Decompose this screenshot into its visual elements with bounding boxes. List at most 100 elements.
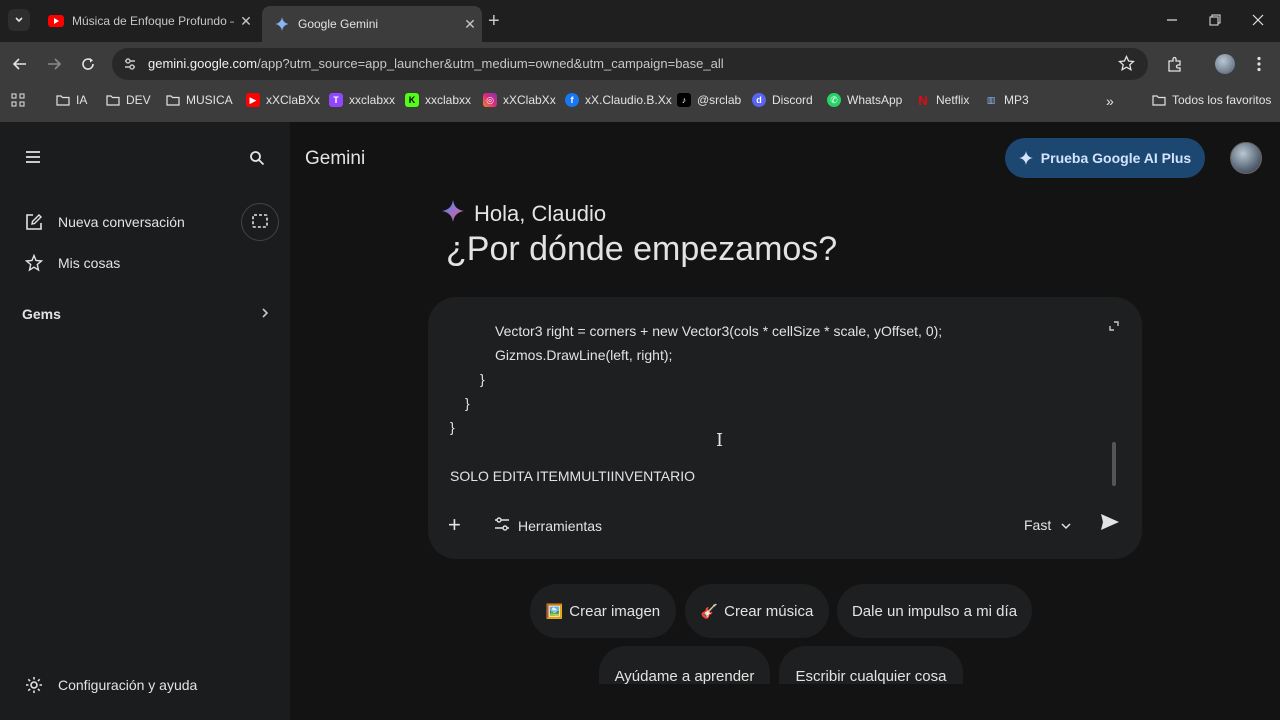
search-icon[interactable] (249, 150, 265, 171)
tools-label: Herramientas (518, 517, 603, 534)
bookmark-whatsapp[interactable]: ✆ WhatsApp (827, 93, 902, 107)
tune-icon (494, 517, 510, 534)
prompt-composer[interactable]: Vector3 right = corners + new Vector3(co… (428, 297, 1142, 559)
tab-search-button[interactable] (8, 9, 30, 31)
instagram-icon: ◎ (483, 93, 497, 107)
suggestion-label: Ayúdame a aprender (614, 668, 755, 685)
suggestion-write-anything[interactable]: Escribir cualquier cosa (779, 646, 963, 685)
code-line: } (465, 395, 470, 411)
new-chat-label: Nueva conversación (58, 214, 185, 230)
bookmark-label: MP3 (1004, 93, 1029, 107)
suggestion-boost-day[interactable]: Dale un impulso a mi día (837, 584, 1032, 638)
close-window-icon[interactable] (1248, 10, 1268, 30)
url-text: gemini.google.com/app?utm_source=app_lau… (148, 56, 724, 71)
bookmark-folder-ia[interactable]: IA (56, 93, 87, 107)
bookmark-label: Discord (772, 93, 813, 107)
tools-button[interactable]: Herramientas (494, 517, 602, 534)
expand-icon[interactable] (1108, 319, 1124, 335)
settings-help-label: Configuración y ayuda (58, 677, 198, 693)
code-line: } (480, 371, 485, 387)
gemini-sparkle-icon (442, 200, 464, 228)
tiktok-icon: ♪ (677, 93, 691, 107)
bookmark-discord[interactable]: d Discord (752, 93, 813, 107)
youtube-icon: ▶ (246, 93, 260, 107)
address-bar[interactable]: gemini.google.com/app?utm_source=app_lau… (112, 48, 1148, 80)
bookmarks-bar: IA DEV MUSICA ▶ xXClaBXx T xxclabxx K xx… (0, 86, 1280, 116)
bookmark-tiktok[interactable]: ♪ @srclab (677, 93, 741, 107)
new-tab-plus-icon[interactable]: + (488, 10, 500, 33)
bookmark-folder-musica[interactable]: MUSICA (166, 93, 233, 107)
suggestion-label: Crear imagen (569, 602, 661, 620)
send-icon[interactable] (1100, 513, 1122, 535)
bookmark-youtube[interactable]: ▶ xXClaBXx (246, 93, 320, 107)
twitch-icon: T (329, 93, 343, 107)
my-stuff-button[interactable]: Mis cosas (24, 253, 120, 273)
my-stuff-icon (24, 253, 44, 273)
restore-icon[interactable] (1205, 10, 1225, 30)
browser-toolbar: gemini.google.com/app?utm_source=app_lau… (0, 42, 1280, 86)
code-line: Vector3 right = corners + new Vector3(co… (495, 323, 943, 339)
all-bookmarks-folder[interactable]: Todos los favoritos (1152, 93, 1271, 107)
new-chat-button[interactable]: Nueva conversación (24, 212, 185, 232)
tab-title: Música de Enfoque Profundo – (72, 14, 234, 28)
kick-icon: K (405, 93, 419, 107)
minimize-icon[interactable] (1162, 10, 1182, 30)
bookmark-kick[interactable]: K xxclabxx (405, 93, 471, 107)
back-arrow-icon[interactable] (8, 52, 32, 76)
composer-scrollbar[interactable] (1112, 442, 1116, 486)
close-tab-icon[interactable]: ✕ (234, 13, 258, 30)
gear-icon (24, 675, 44, 695)
apps-grid-icon[interactable] (11, 93, 25, 107)
gemini-main: Gemini Prueba Google AI Plus Hola, Claud… (290, 122, 1280, 720)
sparkle-icon (1018, 151, 1033, 165)
chevron-right-icon (260, 306, 270, 322)
tab-google-gemini[interactable]: Google Gemini ✕ (262, 6, 482, 42)
mode-label: Fast (1024, 517, 1052, 533)
chevron-down-icon (1061, 517, 1071, 533)
profile-avatar[interactable] (1213, 52, 1237, 76)
upgrade-ai-plus-button[interactable]: Prueba Google AI Plus (1005, 138, 1205, 178)
suggestion-label: Crear música (724, 602, 814, 620)
bookmark-label: xxclabxx (425, 93, 472, 107)
star-bookmark-icon[interactable] (1117, 54, 1136, 77)
bookmark-label: WhatsApp (847, 93, 903, 107)
menu-hamburger-icon[interactable] (24, 150, 42, 169)
bookmark-facebook[interactable]: f xX.Claudio.B.Xx (565, 93, 672, 107)
settings-help-button[interactable]: Configuración y ayuda (24, 675, 197, 695)
greeting: Hola, Claudio (442, 200, 606, 228)
whatsapp-icon: ✆ (827, 93, 841, 107)
bookmark-mp3[interactable]: ▥ MP3 (984, 93, 1029, 107)
bookmark-label: DEV (126, 93, 151, 107)
gems-label: Gems (22, 306, 61, 322)
text-cursor-icon: I (716, 430, 724, 451)
extensions-puzzle-icon[interactable] (1163, 52, 1187, 76)
more-vert-icon[interactable] (1247, 52, 1271, 76)
tab-youtube-music[interactable]: Música de Enfoque Profundo – ✕ (36, 6, 258, 36)
reload-icon[interactable] (76, 52, 100, 76)
prompt-message: SOLO EDITA ITEMMULTIINVENTARIO (450, 468, 696, 484)
bookmark-netflix[interactable]: N Netflix (916, 93, 969, 108)
bookmark-instagram[interactable]: ◎ xXClabXx (483, 93, 556, 107)
model-mode-selector[interactable]: Fast (1024, 517, 1071, 533)
suggestion-help-learn[interactable]: Ayúdame a aprender (599, 646, 770, 685)
add-files-plus-icon[interactable]: + (448, 512, 461, 538)
suggestion-create-music[interactable]: 🎸 Crear música (685, 584, 829, 638)
bookmark-folder-dev[interactable]: DEV (106, 93, 151, 107)
temporary-chat-button[interactable] (241, 203, 279, 241)
guitar-icon: 🎸 (700, 602, 719, 619)
folder-icon (1152, 93, 1166, 107)
image-icon: 🖼️ (545, 602, 564, 619)
suggestion-create-image[interactable]: 🖼️ Crear imagen (530, 584, 676, 638)
gemini-sidebar: Nueva conversación Mis cosas Gems Config… (0, 122, 290, 720)
temporary-chat-icon (252, 214, 268, 228)
bookmarks-overflow-icon[interactable]: » (1106, 93, 1114, 109)
bookmark-twitch[interactable]: T xxclabxx (329, 93, 395, 107)
suggestion-label: Dale un impulso a mi día (851, 602, 1018, 620)
gemini-brand[interactable]: Gemini (305, 148, 365, 170)
forward-arrow-icon[interactable] (42, 52, 66, 76)
close-tab-icon[interactable]: ✕ (458, 16, 482, 33)
account-avatar[interactable] (1230, 142, 1262, 174)
site-info-icon[interactable] (122, 56, 138, 77)
gems-section[interactable]: Gems (22, 306, 270, 322)
edit-note-icon (24, 212, 44, 232)
